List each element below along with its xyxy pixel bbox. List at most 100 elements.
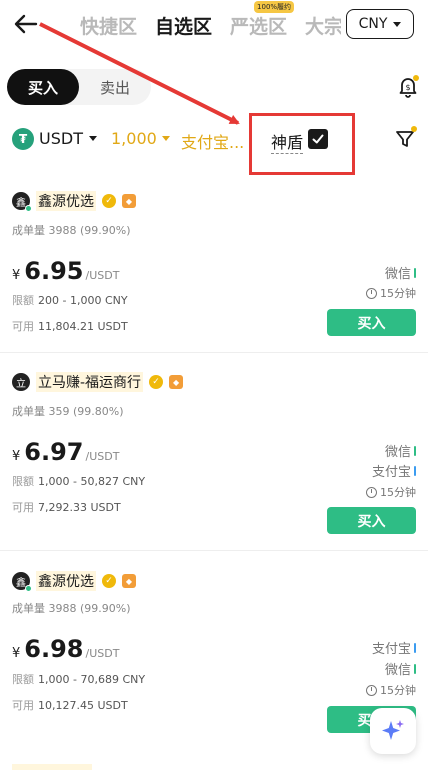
clock-icon [366,684,377,696]
shield-badge-icon: ◆ [122,194,136,208]
tab-quick[interactable]: 快捷区 [80,12,137,39]
tab-bulk[interactable]: 大宗 [305,12,341,39]
clock-icon [366,287,377,299]
available-value: 10,127.45 USDT [38,699,128,712]
merchant-card: 鑫 鑫源优选 ✓ ◆ 成单量 3988 (99.90%) ¥ 6.98 /USD… [0,565,428,760]
tab-selected-label: 严选区 [230,16,288,38]
limit-value: 1,000 - 70,689 CNY [38,673,146,686]
pay-time-value: 15分钟 [380,486,416,499]
top-nav: 快捷区 自选区 严选区 100%履约 大宗 CNY [0,0,428,50]
sell-tab[interactable]: 卖出 [79,69,151,105]
buy-tab[interactable]: 买入 [7,69,79,105]
back-arrow-icon[interactable] [12,10,40,38]
merchant-stats: 成单量 3988 (99.90%) [12,602,131,615]
online-dot [25,205,32,212]
shield-badge-icon: ◆ [169,375,184,389]
svg-text:$: $ [405,83,410,92]
price-value: 6.98 [24,635,84,663]
available-label: 可用 [12,699,34,712]
avatar: 鑫 [12,572,32,592]
merchant-card: 立 立马赚-福运商行 ✓ ◆ 成单量 359 (99.80%) ¥ 6.97 /… [0,366,428,536]
coin-filter-label: USDT [39,129,83,148]
available: 可用 10,127.45 USDT [12,697,128,713]
payment-method: 微信 [385,441,416,460]
usdt-coin-icon: ₮ [12,128,34,150]
pay-time-value: 15分钟 [380,287,416,300]
buy-button[interactable]: 买入 [327,507,416,534]
limit-label: 限额 [12,475,34,488]
limit-value: 1,000 - 50,827 CNY [38,475,146,488]
merchant-header: 鑫 鑫源优选 ✓ ◆ [12,571,136,592]
price: ¥ 6.97 /USDT [12,438,119,466]
pay-time: 15分钟 [366,682,416,698]
payment-method: 支付宝 [372,461,416,480]
market-tabs: 快捷区 自选区 严选区 100%履约 大宗 [80,1,341,39]
payment-method-label: 支付宝 [371,642,411,657]
wechat-indicator [414,267,416,278]
price-unit: /USDT [85,647,120,660]
merchant-name[interactable]: 立马赚-福运商行 [36,372,144,392]
available: 可用 11,804.21 USDT [12,318,128,334]
amount-filter-label: 1,000 [111,129,157,148]
available-value: 7,292.33 USDT [38,501,121,514]
tab-custom[interactable]: 自选区 [155,12,212,39]
price-value: 6.95 [24,257,84,285]
merchant-card: 鑫 鑫源优选 ✓ ◆ 成单量 3988 (99.90%) ¥ 6.95 /USD… [0,185,428,350]
online-dot [25,585,32,592]
price-unit: /USDT [85,450,120,463]
available-label: 可用 [12,320,34,333]
divider [0,352,428,353]
assistant-button[interactable] [370,708,416,754]
next-card-peek [12,764,92,770]
limit: 限额 1,000 - 50,827 CNY [12,473,145,489]
payment-method: 微信 [385,263,416,282]
verified-icon: ✓ [102,194,116,208]
chevron-down-icon [161,136,170,141]
currency-label: CNY [358,16,388,32]
payment-method: 微信 [385,659,416,678]
payment-method-label: 支付宝 [371,465,411,480]
limit-value: 200 - 1,000 CNY [38,294,128,307]
available: 可用 7,292.33 USDT [12,499,121,515]
pay-time-value: 15分钟 [380,684,416,697]
available-label: 可用 [12,501,34,514]
coin-filter[interactable]: USDT [39,129,97,148]
payment-filter-label: 支付宝... [181,133,245,152]
avatar: 鑫 [12,192,32,212]
payment-method-label: 微信 [384,445,411,460]
price-unit: /USDT [85,269,120,282]
chevron-down-icon [88,136,97,141]
currency-select[interactable]: CNY [346,9,414,39]
notification-dot [413,75,419,81]
notification-bell[interactable]: $ [396,74,420,98]
pay-time: 15分钟 [366,285,416,301]
payment-filter[interactable]: 支付宝... [181,129,244,153]
verified-icon: ✓ [149,375,164,389]
merchant-name[interactable]: 鑫源优选 [36,571,96,591]
filter-row: ₮ USDT 1,000 支付宝... 神盾 [0,126,428,154]
tab-selected[interactable]: 严选区 100%履约 [230,1,295,39]
limit: 限额 1,000 - 70,689 CNY [12,671,145,687]
alipay-indicator [414,642,416,653]
price: ¥ 6.95 /USDT [12,257,119,285]
limit: 限额 200 - 1,000 CNY [12,292,128,308]
divider [0,550,428,551]
currency-symbol: ¥ [12,646,21,661]
clock-icon [366,486,377,498]
buy-button[interactable]: 买入 [327,309,416,336]
shield-badge-icon: ◆ [122,574,136,588]
avatar: 立 [12,373,30,391]
merchant-name[interactable]: 鑫源优选 [36,191,96,211]
amount-filter[interactable]: 1,000 [111,129,170,148]
annotation-box [249,113,355,175]
merchant-stats: 成单量 3988 (99.90%) [12,224,131,237]
fulfillment-badge: 100%履约 [254,1,295,13]
merchant-header: 鑫 鑫源优选 ✓ ◆ [12,191,136,212]
price: ¥ 6.98 /USDT [12,635,119,663]
wechat-indicator [414,445,416,456]
filter-dot [411,126,417,132]
chevron-down-icon [393,21,402,27]
avatar-initial: 立 [16,378,26,390]
price-value: 6.97 [24,438,84,466]
available-value: 11,804.21 USDT [38,320,128,333]
